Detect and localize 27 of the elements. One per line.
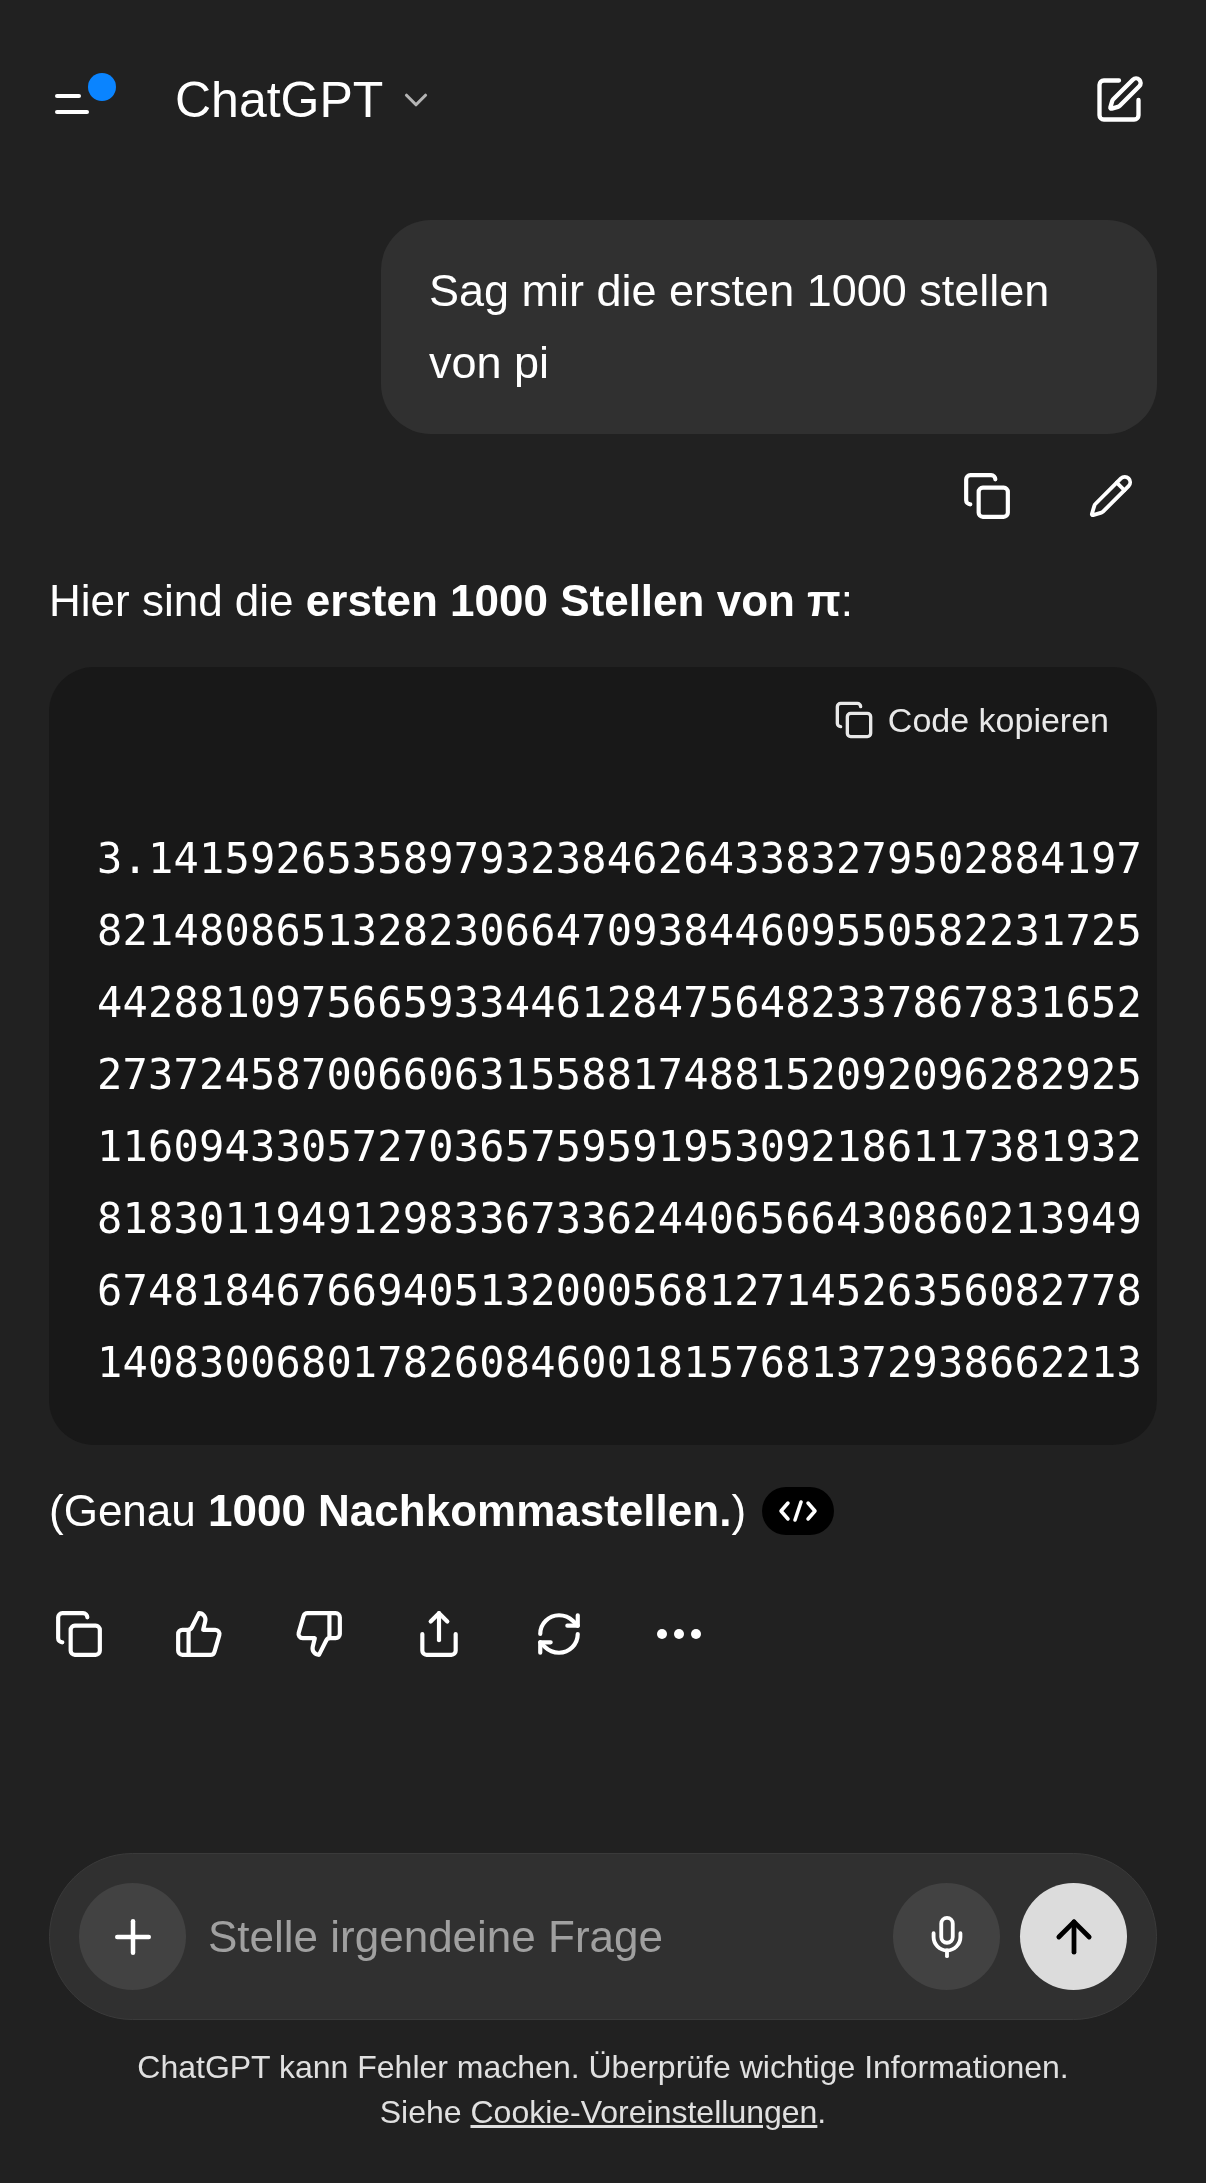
copy-icon xyxy=(962,471,1012,521)
user-message-bubble: Sag mir die ersten 1000 stellen von pi xyxy=(381,220,1157,434)
code-line: 67481846766940513200056812714526356082778 xyxy=(97,1265,1142,1317)
code-line: 27372458700660631558817488152092096282925 xyxy=(97,1049,1142,1101)
code-line: 11609433057270365759591953092186117381932 xyxy=(97,1121,1142,1173)
response-intro: Hier sind die ersten 1000 Stellen von π: xyxy=(49,575,855,627)
response-note: (Genau 1000 Nachkommastellen.) xyxy=(49,1485,747,1537)
code-line: 44288109756659334461284756482337867831652 xyxy=(97,977,1142,1029)
code-line: 81830119491298336733624406566430860213949 xyxy=(97,1193,1142,1245)
code-line: 14083006801782608460018157681372938662213 xyxy=(97,1337,1142,1389)
cookie-settings-link[interactable]: Cookie-Voreinstellungen xyxy=(470,2094,818,2130)
pencil-icon xyxy=(1088,473,1134,519)
copy-button[interactable] xyxy=(961,470,1013,522)
code-line: 82148086513282306647093844609550582231725 xyxy=(97,905,1142,957)
copy-code-button[interactable]: Code kopieren xyxy=(833,695,1109,745)
source-button[interactable] xyxy=(762,1487,835,1535)
model-selector[interactable]: ChatGPT xyxy=(175,75,436,125)
copy-icon xyxy=(833,700,874,740)
message-input[interactable]: Stelle irgendeine Frage xyxy=(208,1903,893,1970)
thumbs-up-icon xyxy=(174,1609,224,1659)
code-icon xyxy=(778,1498,819,1524)
more-icon xyxy=(657,1629,701,1639)
menu-icon xyxy=(55,94,89,114)
code-line: 3.141592653589793238462643383279502884197 xyxy=(97,833,1142,885)
copy-icon xyxy=(54,1609,104,1659)
disclaimer-text: ChatGPT kann Fehler machen. Überprüfe wichtige Informationen. Siehe Cookie-Voreinstellungen. xyxy=(136,2048,1070,2132)
thumbs-down-icon xyxy=(294,1609,344,1659)
